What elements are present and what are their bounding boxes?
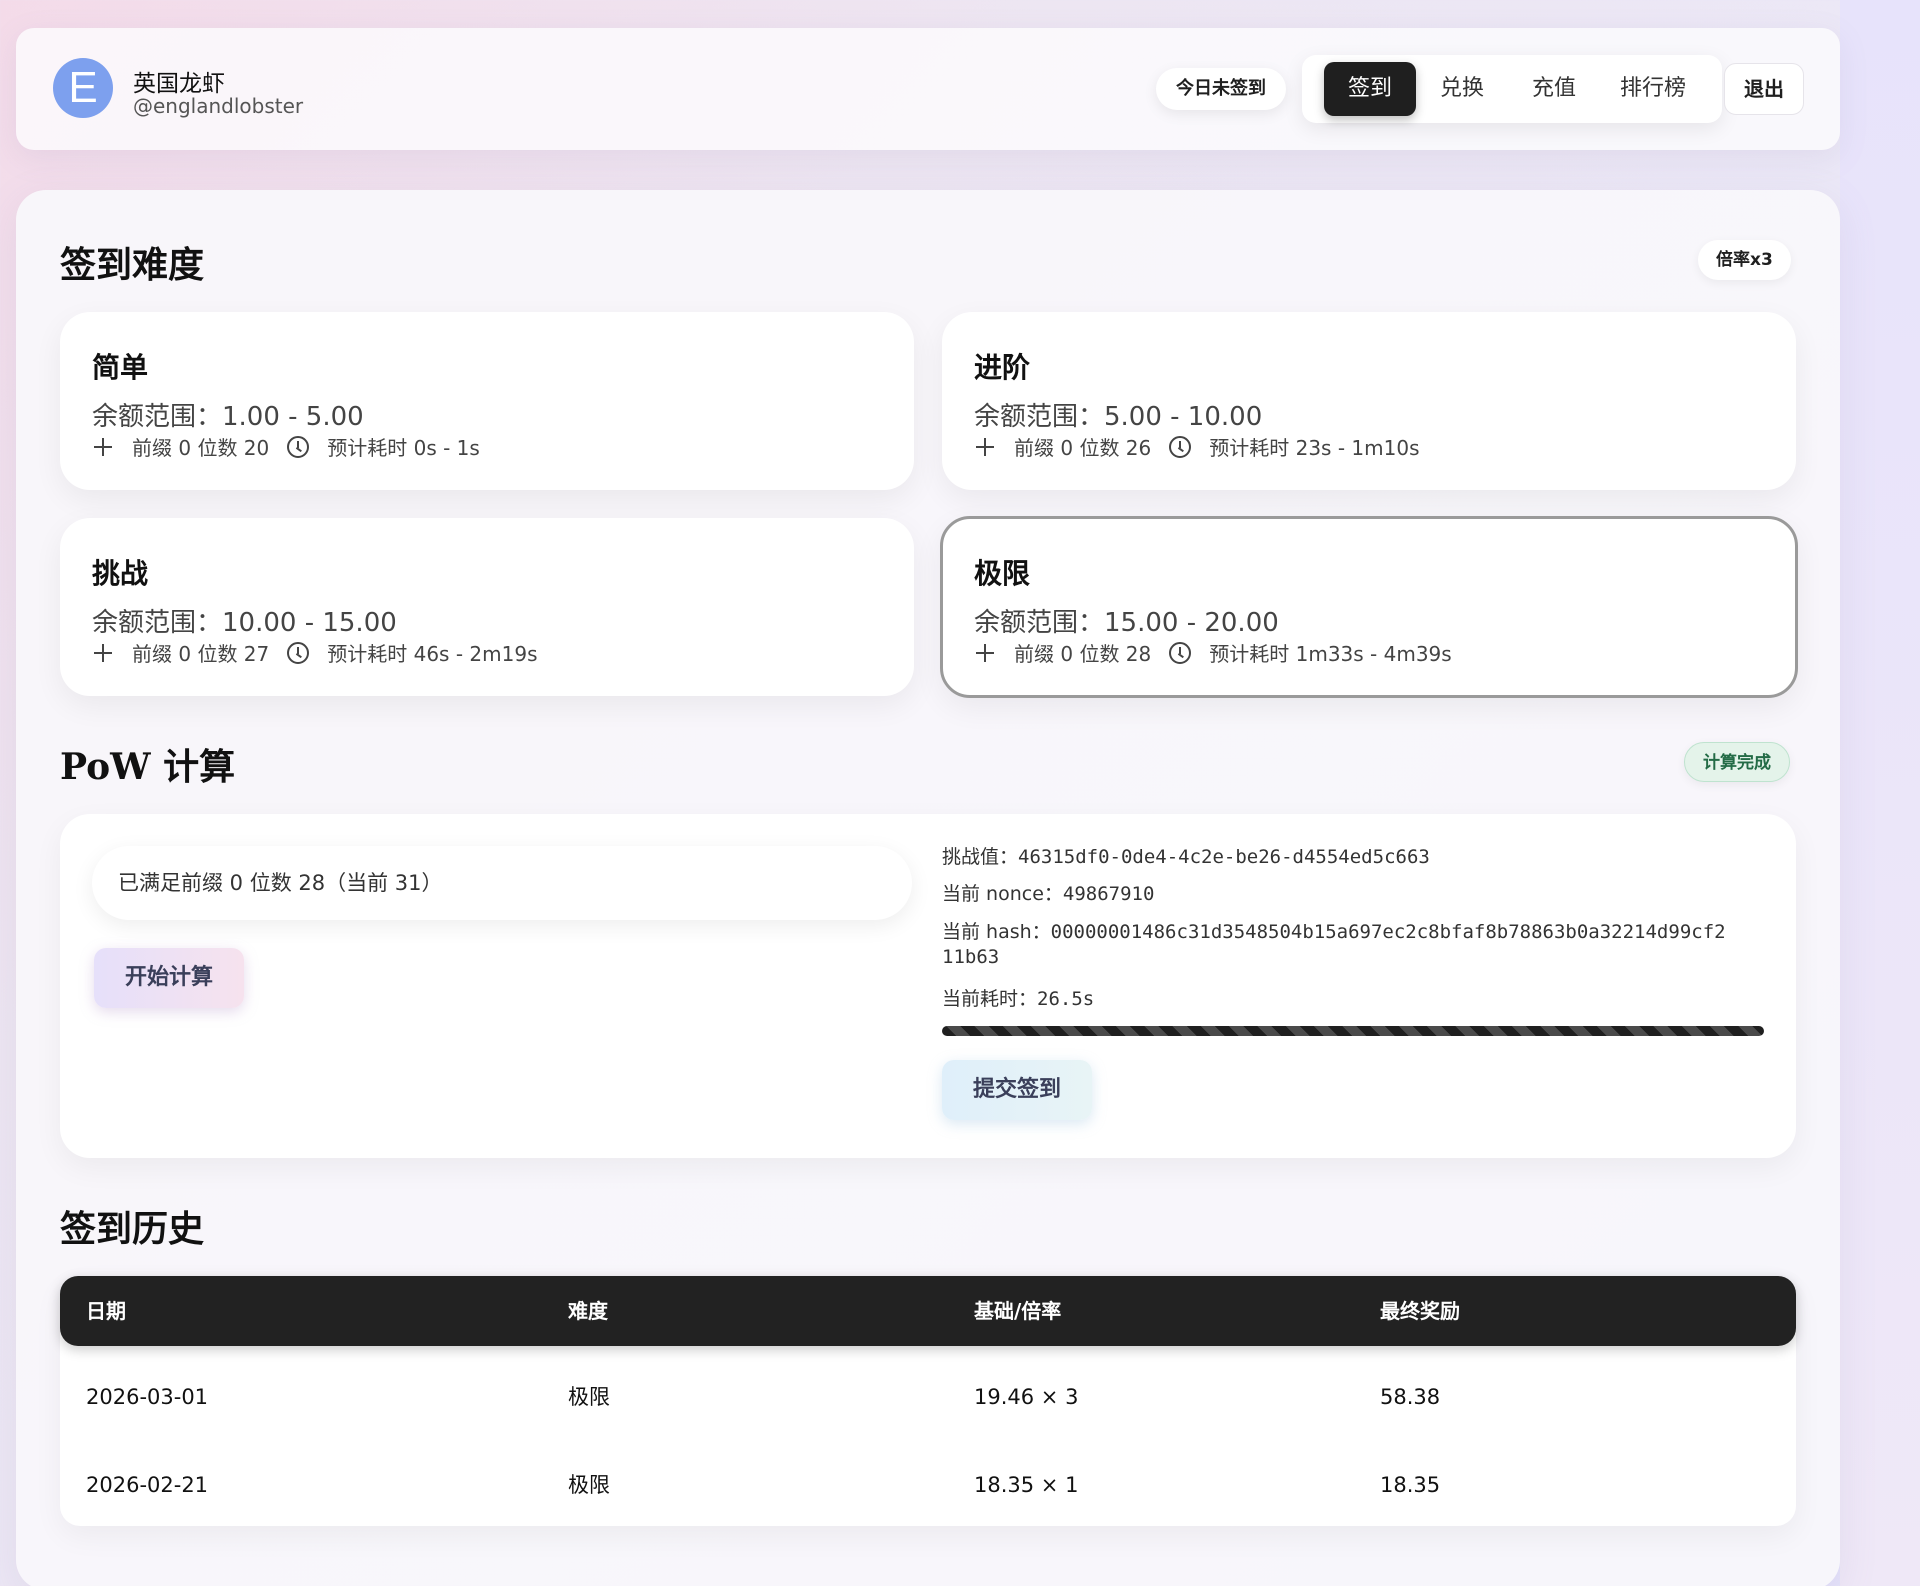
avatar: E <box>53 58 113 118</box>
difficulty-card-advanced[interactable]: 进阶 余额范围：5.00 - 10.00 前缀 0 位数 26 预计耗时 23s… <box>942 312 1796 490</box>
column-header-date: 日期 <box>86 1299 126 1323</box>
pow-card: 已满足前缀 0 位数 28（当前 31） 开始计算 挑战值：46315df0-0… <box>60 814 1796 1158</box>
plus-icon <box>92 642 114 664</box>
checkin-status-badge: 今日未签到 <box>1156 68 1286 110</box>
table-row: 2026-03-01 极限 19.46 × 3 58.38 <box>60 1354 1796 1440</box>
card-meta: 前缀 0 位数 27 预计耗时 46s - 2m19s <box>92 638 537 667</box>
column-header-final-reward: 最终奖励 <box>1380 1299 1460 1323</box>
nav-item-recharge[interactable]: 充值 <box>1508 62 1600 116</box>
cell-base-multiplier: 19.46 × 3 <box>974 1385 1079 1409</box>
nonce-label: 当前 nonce： <box>942 883 1063 905</box>
card-balance-range: 余额范围：5.00 - 10.00 <box>974 402 1263 432</box>
start-compute-button[interactable]: 开始计算 <box>94 948 244 1008</box>
top-header: E 英国龙虾 @englandlobster 今日未签到 签到 兑换 充值 排行… <box>16 28 1840 150</box>
card-meta: 前缀 0 位数 20 预计耗时 0s - 1s <box>92 432 480 461</box>
table-row: 2026-02-21 极限 18.35 × 1 18.35 <box>60 1442 1796 1528</box>
plus-icon <box>974 642 996 664</box>
difficulty-section-title: 签到难度 <box>60 244 205 286</box>
cell-final-reward: 58.38 <box>1380 1385 1441 1409</box>
card-prefix-bits: 前缀 0 位数 20 <box>132 436 270 460</box>
history-section-title: 签到历史 <box>60 1208 205 1250</box>
plus-icon <box>92 436 114 458</box>
pow-status-badge: 计算完成 <box>1684 742 1790 782</box>
cell-difficulty: 极限 <box>568 1385 610 1409</box>
hash-value: 00000001486c31d3548504b15a697ec2c8bfaf8b… <box>1050 921 1726 943</box>
nav-item-leaderboard[interactable]: 排行榜 <box>1600 62 1706 116</box>
clock-icon <box>1169 641 1192 664</box>
pow-progress-bar <box>942 1026 1764 1036</box>
card-title: 进阶 <box>974 351 1031 384</box>
cell-difficulty: 极限 <box>568 1473 610 1497</box>
nav-item-exchange[interactable]: 兑换 <box>1416 62 1508 116</box>
column-header-difficulty: 难度 <box>568 1299 608 1323</box>
clock-icon <box>287 435 310 458</box>
card-prefix-bits: 前缀 0 位数 28 <box>1014 642 1152 666</box>
user-handle: @englandlobster <box>133 94 304 118</box>
user-name: 英国龙虾 <box>133 71 225 97</box>
card-balance-range: 余额范围：1.00 - 5.00 <box>92 402 364 432</box>
elapsed-label: 当前耗时： <box>942 988 1038 1010</box>
hash-value-continued: 11b63 <box>942 946 1000 968</box>
card-balance-range: 余额范围：10.00 - 15.00 <box>92 608 397 638</box>
cell-base-multiplier: 18.35 × 1 <box>974 1473 1079 1497</box>
card-estimated-time: 预计耗时 23s - 1m10s <box>1209 436 1420 460</box>
clock-icon <box>287 641 310 664</box>
hash-label: 当前 hash： <box>942 921 1051 943</box>
pow-status-text: 已满足前缀 0 位数 28（当前 31） <box>92 846 912 920</box>
card-estimated-time: 预计耗时 46s - 2m19s <box>327 642 538 666</box>
challenge-label: 挑战值： <box>942 846 1019 868</box>
logout-button[interactable]: 退出 <box>1724 63 1804 115</box>
main-nav: 签到 兑换 充值 排行榜 <box>1302 55 1722 123</box>
nonce-row: 当前 nonce：49867910 <box>942 879 1154 906</box>
challenge-row: 挑战值：46315df0-0de4-4c2e-be26-d4554ed5c663 <box>942 842 1430 869</box>
card-meta: 前缀 0 位数 26 预计耗时 23s - 1m10s <box>974 432 1419 461</box>
elapsed-value: 26.5s <box>1037 988 1095 1010</box>
card-estimated-time: 预计耗时 0s - 1s <box>327 436 480 460</box>
challenge-value: 46315df0-0de4-4c2e-be26-d4554ed5c663 <box>1018 846 1430 868</box>
nav-item-checkin[interactable]: 签到 <box>1324 62 1416 116</box>
hash-row: 当前 hash：00000001486c31d3548504b15a697ec2… <box>942 917 1726 944</box>
cell-date: 2026-02-21 <box>86 1473 209 1497</box>
card-prefix-bits: 前缀 0 位数 26 <box>1014 436 1152 460</box>
multiplier-badge: 倍率x3 <box>1698 240 1791 280</box>
elapsed-row: 当前耗时：26.5s <box>942 984 1094 1011</box>
clock-icon <box>1169 435 1192 458</box>
card-title: 简单 <box>92 351 149 384</box>
nonce-value: 49867910 <box>1062 883 1155 905</box>
cell-final-reward: 18.35 <box>1380 1473 1441 1497</box>
plus-icon <box>974 436 996 458</box>
pow-section-title: PoW 计算 <box>60 746 236 788</box>
card-prefix-bits: 前缀 0 位数 27 <box>132 642 270 666</box>
table-header: 日期 难度 基础/倍率 最终奖励 <box>60 1276 1796 1346</box>
difficulty-card-easy[interactable]: 简单 余额范围：1.00 - 5.00 前缀 0 位数 20 预计耗时 0s -… <box>60 312 914 490</box>
history-table: 日期 难度 基础/倍率 最终奖励 2026-03-01 极限 19.46 × 3… <box>60 1276 1796 1526</box>
cell-date: 2026-03-01 <box>86 1385 209 1409</box>
card-title: 挑战 <box>92 557 149 590</box>
card-meta: 前缀 0 位数 28 预计耗时 1m33s - 4m39s <box>974 638 1452 667</box>
card-balance-range: 余额范围：15.00 - 20.00 <box>974 608 1279 638</box>
card-estimated-time: 预计耗时 1m33s - 4m39s <box>1209 642 1452 666</box>
card-title: 极限 <box>974 557 1031 590</box>
difficulty-card-challenge[interactable]: 挑战 余额范围：10.00 - 15.00 前缀 0 位数 27 预计耗时 46… <box>60 518 914 696</box>
main-panel: 签到难度 倍率x3 简单 余额范围：1.00 - 5.00 前缀 0 位数 20… <box>16 190 1840 1586</box>
difficulty-card-extreme[interactable]: 极限 余额范围：15.00 - 20.00 前缀 0 位数 28 预计耗时 1m… <box>940 516 1798 698</box>
page-background-right <box>1840 0 1920 1586</box>
submit-checkin-button[interactable]: 提交签到 <box>942 1060 1092 1120</box>
column-header-base-multiplier: 基础/倍率 <box>974 1299 1062 1323</box>
